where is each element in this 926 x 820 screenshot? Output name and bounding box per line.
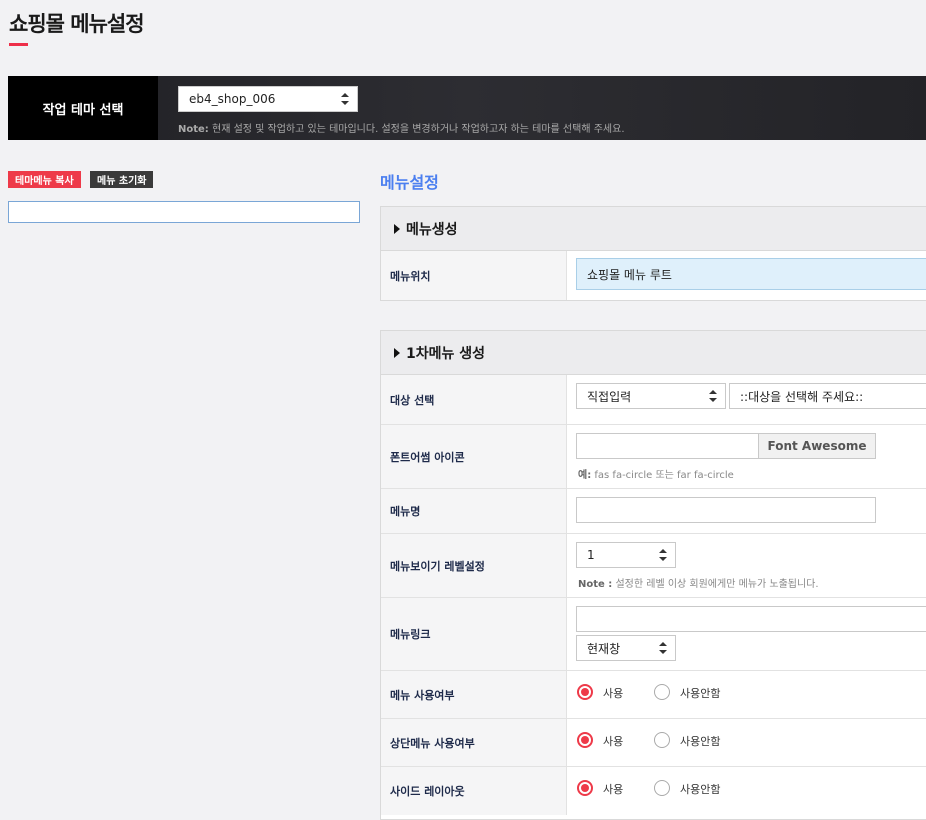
menu-create-header: 메뉴생성	[381, 207, 926, 251]
target-label: 대상 선택	[381, 375, 567, 424]
side-off-radio[interactable]	[654, 780, 670, 796]
updown-arrow-icon	[709, 390, 717, 402]
theme-select-value: eb4_shop_006	[189, 92, 276, 106]
menu-position-label: 메뉴위치	[381, 251, 567, 300]
level-value: 1	[587, 548, 595, 562]
use-on-label: 사용	[603, 687, 624, 700]
top-use-off-label: 사용안함	[680, 735, 721, 748]
top-use-row: 상단메뉴 사용여부 사용 사용안함	[381, 719, 926, 767]
section-title: 메뉴설정	[380, 173, 439, 192]
name-row: 메뉴명	[381, 489, 926, 534]
side-on-radio[interactable]	[577, 780, 593, 796]
triangle-right-icon	[394, 223, 400, 234]
level-hint: Note : 설정한 레벨 이상 회원에게만 메뉴가 노출됩니다.	[578, 575, 819, 590]
target-row: 대상 선택 직접입력 ::대상을 선택해 주세요::	[381, 375, 926, 425]
reset-menu-button[interactable]: 메뉴 초기화	[90, 171, 154, 188]
link-label: 메뉴링크	[381, 598, 567, 670]
link-target-select[interactable]: 현재창	[576, 635, 676, 661]
theme-select[interactable]: eb4_shop_006	[178, 86, 358, 112]
icon-hint: 예: fas fa-circle 또는 far fa-circle	[578, 466, 734, 481]
use-off-label: 사용안함	[680, 687, 721, 700]
menu-link-input[interactable]	[576, 606, 926, 632]
font-awesome-button[interactable]: Font Awesome	[758, 433, 876, 459]
first-menu-panel: 1차메뉴 생성 대상 선택 직접입력 ::대상을 선택해 주세요:: 폰트어썸 …	[380, 330, 926, 820]
level-select[interactable]: 1	[576, 542, 676, 568]
updown-arrow-icon	[659, 642, 667, 654]
target-select[interactable]: ::대상을 선택해 주세요::	[729, 383, 926, 409]
theme-label: 작업 테마 선택	[8, 76, 158, 140]
updown-arrow-icon	[659, 549, 667, 561]
level-row: 메뉴보이기 레벨설정 1 Note : 설정한 레벨 이상 회원에게만 메뉴가 …	[381, 534, 926, 598]
use-row: 메뉴 사용여부 사용 사용안함	[381, 671, 926, 719]
target-type-select[interactable]: 직접입력	[576, 383, 726, 409]
title-underline	[9, 43, 28, 46]
menu-name-input[interactable]	[576, 497, 876, 523]
triangle-right-icon	[394, 347, 400, 358]
menu-position-field: 쇼핑몰 메뉴 루트	[576, 258, 926, 290]
side-off-label: 사용안함	[680, 783, 721, 796]
target-value: ::대상을 선택해 주세요::	[740, 389, 864, 404]
target-type-value: 직접입력	[587, 389, 632, 404]
link-target-value: 현재창	[587, 641, 621, 656]
updown-arrow-icon	[341, 93, 349, 105]
link-row: 메뉴링크 현재창	[381, 598, 926, 671]
icon-input[interactable]	[576, 433, 759, 459]
icon-hint-bold: 예:	[578, 470, 592, 481]
level-hint-bold: Note :	[578, 579, 613, 590]
menu-position-row: 메뉴위치 쇼핑몰 메뉴 루트	[381, 251, 926, 300]
theme-note-bold: Note:	[178, 124, 209, 135]
top-use-on-label: 사용	[603, 735, 624, 748]
first-menu-header: 1차메뉴 생성	[381, 331, 926, 375]
copy-theme-menu-button[interactable]: 테마메뉴 복사	[8, 171, 81, 188]
top-use-off-radio[interactable]	[654, 732, 670, 748]
use-off-radio[interactable]	[654, 684, 670, 700]
theme-bar: 작업 테마 선택 eb4_shop_006 Note: 현재 설정 및 작업하고…	[8, 76, 926, 140]
first-menu-title: 1차메뉴 생성	[406, 345, 486, 362]
icon-row: 폰트어썸 아이콘 Font Awesome 예: fas fa-circle 또…	[381, 425, 926, 489]
menu-create-title: 메뉴생성	[406, 221, 458, 238]
side-row: 사이드 레이아웃 사용 사용안함	[381, 767, 926, 815]
use-label: 메뉴 사용여부	[381, 671, 567, 718]
top-use-on-radio[interactable]	[577, 732, 593, 748]
menu-create-panel: 메뉴생성 메뉴위치 쇼핑몰 메뉴 루트	[380, 206, 926, 301]
menu-tree-search-input[interactable]	[8, 201, 360, 223]
use-on-radio[interactable]	[577, 684, 593, 700]
side-label: 사이드 레이아웃	[381, 767, 567, 815]
level-label: 메뉴보이기 레벨설정	[381, 534, 567, 597]
page-title: 쇼핑몰 메뉴설정	[9, 12, 145, 36]
theme-note: Note: 현재 설정 및 작업하고 있는 테마입니다. 설정을 변경하거나 작…	[178, 120, 625, 135]
side-on-label: 사용	[603, 783, 624, 796]
icon-hint-text: fas fa-circle 또는 far fa-circle	[591, 470, 734, 481]
name-label: 메뉴명	[381, 489, 567, 533]
icon-label: 폰트어썸 아이콘	[381, 425, 567, 488]
level-hint-text: 설정한 레벨 이상 회원에게만 메뉴가 노출됩니다.	[612, 579, 819, 590]
theme-note-text: 현재 설정 및 작업하고 있는 테마입니다. 설정을 변경하거나 작업하고자 하…	[208, 124, 625, 135]
top-use-label: 상단메뉴 사용여부	[381, 719, 567, 766]
